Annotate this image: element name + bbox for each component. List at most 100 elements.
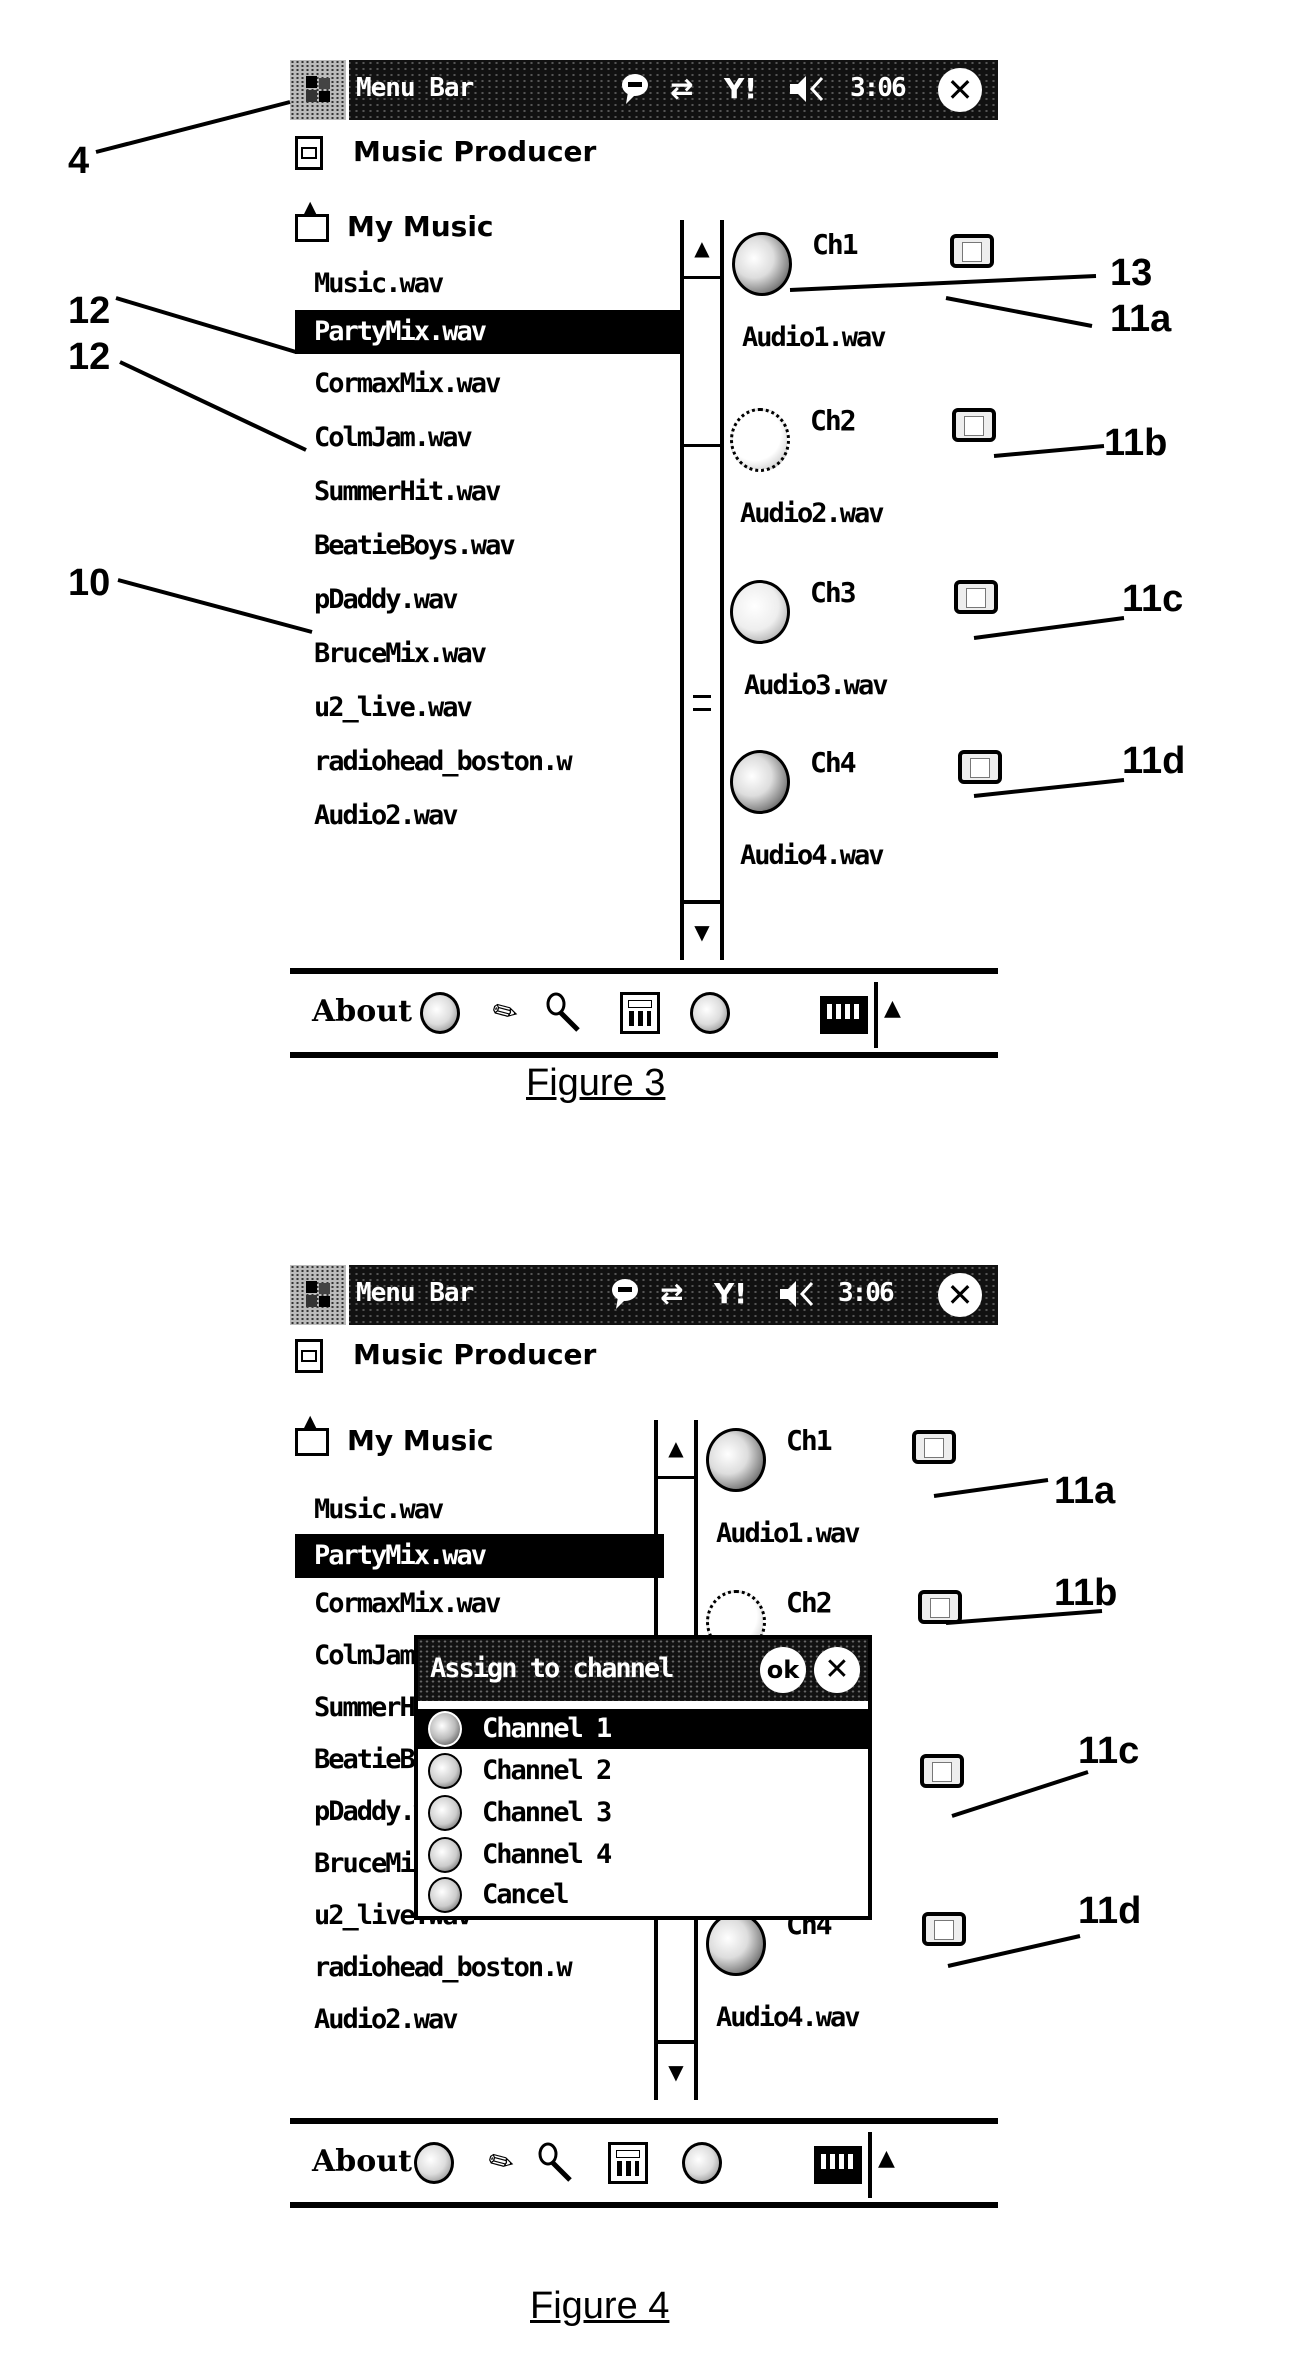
chat-bubble-icon[interactable] — [620, 72, 650, 114]
scroll-grip-icon[interactable] — [693, 695, 711, 711]
file-item[interactable]: CormaxMix.wav — [314, 1582, 501, 1626]
file-item[interactable]: Audio2.wav — [314, 794, 459, 838]
globe-icon[interactable] — [414, 2142, 454, 2184]
option-label: Channel 4 — [482, 1839, 612, 1870]
app-title: Music Producer — [295, 1338, 596, 1373]
channel-knob-icon[interactable] — [706, 1912, 766, 1976]
file-item[interactable]: u2_live.wav — [314, 686, 473, 730]
channel-label: Ch1 — [786, 1424, 833, 1457]
toolbar-divider — [868, 2132, 872, 2198]
file-item[interactable]: BeatieBoys.wav — [314, 524, 516, 568]
scroll-up-button[interactable]: ▲ — [684, 220, 720, 279]
channel-display-icon[interactable] — [920, 1754, 964, 1788]
pen-icon[interactable]: ✎ — [478, 985, 534, 1041]
option-label: Channel 1 — [482, 1713, 612, 1744]
leader-line-11c-fig4 — [951, 1770, 1089, 1818]
input-menu-arrow-icon[interactable]: ▲ — [878, 2146, 895, 2171]
reference-leader-lines — [95, 100, 1125, 1968]
channel-knob-icon[interactable] — [706, 1428, 766, 1492]
cancel-icon — [428, 1877, 462, 1913]
scroll-down-button[interactable]: ▼ — [684, 900, 720, 960]
about-button[interactable]: About — [312, 994, 412, 1029]
channel-option-4[interactable]: Channel 4 — [418, 1835, 868, 1875]
channel-option-3[interactable]: Channel 3 — [418, 1793, 868, 1833]
channel-label: Ch4 — [810, 746, 857, 779]
input-menu-arrow-icon[interactable]: ▲ — [884, 996, 901, 1021]
channel-file: Audio2.wav — [740, 498, 885, 529]
file-item[interactable]: Music.wav — [314, 1488, 444, 1532]
dialog-close-button[interactable]: ✕ — [814, 1647, 860, 1693]
music-producer-icon — [295, 1339, 323, 1373]
file-item[interactable]: pDaddy.wav — [314, 578, 459, 622]
signal-antenna-icon[interactable]: Y! — [714, 1277, 747, 1311]
channel-display-icon[interactable] — [912, 1430, 956, 1464]
keyboard-icon[interactable] — [820, 996, 868, 1034]
channel-option-1[interactable]: Channel 1 — [418, 1709, 868, 1749]
clock-globe-icon[interactable] — [682, 2142, 722, 2184]
file-list-scrollbar[interactable]: ▲ ▼ — [680, 220, 724, 960]
microphone-icon[interactable] — [536, 2142, 576, 2184]
app-title-text: Music Producer — [353, 135, 597, 168]
file-item[interactable]: SummerHit.wav — [314, 470, 501, 514]
option-label: Channel 3 — [482, 1797, 612, 1828]
chat-bubble-icon[interactable] — [610, 1277, 640, 1319]
windows-flag-icon — [306, 76, 330, 102]
channel-knob-icon[interactable] — [730, 408, 790, 472]
leader-line-11d-fig4 — [947, 1934, 1081, 1968]
signal-antenna-icon[interactable]: Y! — [724, 72, 757, 106]
scroll-up-button[interactable]: ▲ — [658, 1420, 694, 1479]
folder-header[interactable]: My Music — [295, 197, 494, 243]
channel-display-icon[interactable] — [952, 408, 996, 442]
channel-display-icon[interactable] — [950, 234, 994, 268]
channel-knob-icon[interactable] — [730, 750, 790, 814]
file-item[interactable]: ColmJam.wav — [314, 416, 473, 460]
file-item-selected[interactable]: PartyMix.wav — [295, 310, 684, 354]
channel-display-icon[interactable] — [918, 1590, 962, 1624]
start-button[interactable] — [290, 60, 349, 120]
pen-icon[interactable]: ✎ — [474, 2135, 530, 2191]
clock-globe-icon[interactable] — [690, 992, 730, 1034]
menu-bar: Menu Bar ⇄ Y! 3:06 ✕ — [290, 60, 998, 120]
menu-bar: Menu Bar ⇄ Y! 3:06 ✕ — [290, 1265, 998, 1325]
speaker-volume-icon[interactable] — [788, 72, 828, 114]
file-item-selected[interactable]: PartyMix.wav — [295, 1534, 664, 1578]
reference-label: 11b — [1104, 422, 1168, 464]
channel-display-icon[interactable] — [922, 1912, 966, 1946]
microphone-icon[interactable] — [544, 992, 584, 1034]
channel-display-icon[interactable] — [954, 580, 998, 614]
folder-header[interactable]: My Music — [295, 1411, 494, 1457]
sync-arrows-icon[interactable]: ⇄ — [660, 1277, 683, 1311]
keyboard-icon[interactable] — [814, 2146, 862, 2184]
calculator-icon[interactable] — [608, 2142, 648, 2184]
scroll-down-button[interactable]: ▼ — [658, 2040, 694, 2100]
globe-icon[interactable] — [420, 992, 460, 1034]
reference-label: 4 — [68, 140, 90, 182]
file-item[interactable]: CormaxMix.wav — [314, 362, 501, 406]
sync-arrows-icon[interactable]: ⇄ — [670, 72, 693, 106]
scroll-thumb[interactable] — [684, 279, 720, 447]
menu-bar-title: Menu Bar — [356, 1278, 474, 1308]
toolbar-divider — [874, 982, 878, 1048]
option-label: Cancel — [482, 1879, 570, 1910]
about-button[interactable]: About — [312, 2144, 412, 2179]
close-button[interactable]: ✕ — [938, 1273, 982, 1317]
calculator-icon[interactable] — [620, 992, 660, 1034]
channel-1-icon — [428, 1711, 462, 1747]
file-item[interactable]: Audio2.wav — [314, 1998, 459, 2042]
channel-label: Ch2 — [786, 1586, 833, 1619]
dialog-title-bar: Assign to channel ok ✕ — [418, 1639, 868, 1705]
close-button[interactable]: ✕ — [938, 68, 982, 112]
channel-display-icon[interactable] — [958, 750, 1002, 784]
ok-button[interactable]: ok — [760, 1647, 806, 1693]
start-button[interactable] — [290, 1265, 349, 1325]
file-item[interactable]: BruceMix.wav — [314, 632, 487, 676]
file-item[interactable]: radiohead_boston.w — [314, 740, 573, 784]
channel-knob-icon[interactable] — [730, 580, 790, 644]
channel-option-2[interactable]: Channel 2 — [418, 1751, 868, 1791]
cancel-option[interactable]: Cancel — [418, 1875, 868, 1915]
channel-knob-icon[interactable] — [732, 232, 792, 296]
speaker-volume-icon[interactable] — [778, 1277, 818, 1319]
channel-file: Audio4.wav — [716, 2002, 861, 2033]
file-item[interactable]: radiohead_boston.w — [314, 1946, 573, 1990]
file-item[interactable]: Music.wav — [314, 262, 444, 306]
